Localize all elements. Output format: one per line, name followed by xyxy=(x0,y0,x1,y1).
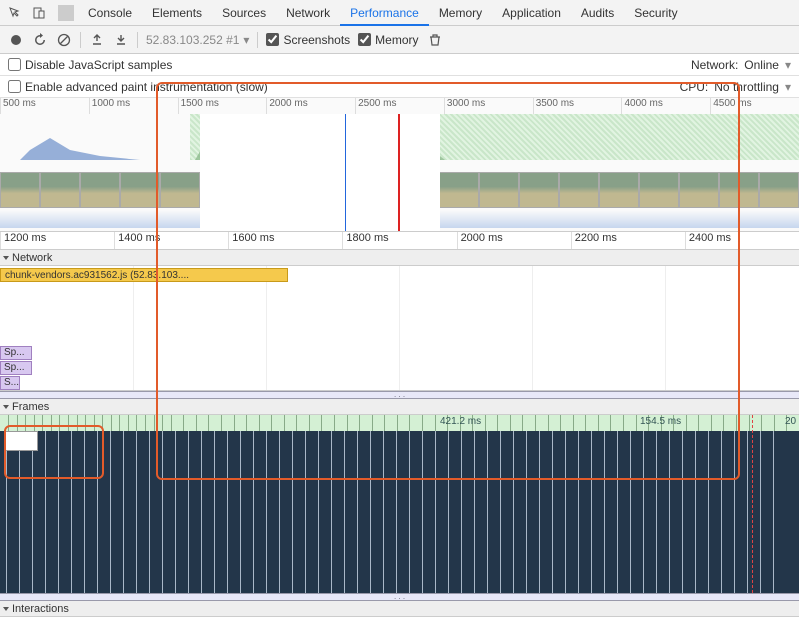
disclosure-triangle-icon xyxy=(3,256,9,260)
load-profile-button[interactable] xyxy=(89,32,105,48)
frames-section-header[interactable]: Frames xyxy=(0,399,799,415)
interactions-section-header[interactable]: Interactions xyxy=(0,601,799,617)
screenshots-input[interactable] xyxy=(266,33,279,46)
screenshots-checkbox[interactable]: Screenshots xyxy=(266,33,350,47)
device-toggle-icon[interactable] xyxy=(30,4,48,22)
load-marker xyxy=(398,114,400,231)
session-selector[interactable]: 52.83.103.252 #1 ▾ xyxy=(146,33,249,47)
separator xyxy=(257,32,258,48)
dcl-marker xyxy=(345,114,346,231)
task-block[interactable]: Sp... xyxy=(0,361,32,375)
network-throttle-select[interactable]: Network: Online ▾ xyxy=(691,58,791,72)
track-resizer[interactable]: . . . xyxy=(0,593,799,601)
frame-duration-label: 421.2 ms xyxy=(440,416,481,427)
task-block[interactable]: Sp... xyxy=(0,346,32,360)
tab-application[interactable]: Application xyxy=(492,0,571,26)
frames-track[interactable]: 421.2 ms 154.5 ms 20 xyxy=(0,415,799,593)
frame-duration-label: 20 xyxy=(785,416,796,427)
inspect-icon[interactable] xyxy=(6,4,24,22)
task-block[interactable]: S... xyxy=(0,376,20,390)
overview-body xyxy=(0,114,799,231)
overview-viewport[interactable] xyxy=(200,114,440,231)
separator xyxy=(137,32,138,48)
tab-performance[interactable]: Performance xyxy=(340,0,429,26)
chevron-down-icon: ▾ xyxy=(785,80,791,94)
tab-console[interactable]: Console xyxy=(78,0,142,26)
chevron-down-icon: ▾ xyxy=(243,33,249,47)
flamechart-ruler: 1200 ms 1400 ms 1600 ms 1800 ms 2000 ms … xyxy=(0,232,799,250)
disable-js-input[interactable] xyxy=(8,58,21,71)
disclosure-triangle-icon xyxy=(3,607,9,611)
tab-sources[interactable]: Sources xyxy=(212,0,276,26)
tab-elements[interactable]: Elements xyxy=(142,0,212,26)
network-section-header[interactable]: Network xyxy=(0,250,799,266)
save-profile-button[interactable] xyxy=(113,32,129,48)
tab-security[interactable]: Security xyxy=(624,0,687,26)
separator xyxy=(80,32,81,48)
chevron-down-icon: ▾ xyxy=(785,58,791,72)
frame-duration-label: 154.5 ms xyxy=(640,416,681,427)
cpu-throttle-select[interactable]: CPU: No throttling ▾ xyxy=(680,80,791,94)
screenshot-thumb xyxy=(0,172,40,208)
network-request-bar[interactable]: chunk-vendors.ac931562.js (52.83.103.... xyxy=(0,268,288,282)
reload-record-button[interactable] xyxy=(32,32,48,48)
network-track[interactable]: chunk-vendors.ac931562.js (52.83.103....… xyxy=(0,266,799,391)
advanced-paint-checkbox[interactable]: Enable advanced paint instrumentation (s… xyxy=(8,80,268,94)
tab-memory[interactable]: Memory xyxy=(429,0,492,26)
session-label: 52.83.103.252 #1 xyxy=(146,33,239,47)
tab-network[interactable]: Network xyxy=(276,0,340,26)
record-button[interactable] xyxy=(8,32,24,48)
disable-js-samples-checkbox[interactable]: Disable JavaScript samples xyxy=(8,58,172,72)
garbage-collect-button[interactable] xyxy=(427,32,443,48)
devtools-tabs: Console Elements Sources Network Perform… xyxy=(78,0,688,26)
track-resizer[interactable]: . . . xyxy=(0,391,799,399)
frames-screenshots xyxy=(0,431,799,593)
clear-button[interactable] xyxy=(56,32,72,48)
marker-line xyxy=(752,415,753,593)
disclosure-triangle-icon xyxy=(3,405,9,409)
advanced-paint-input[interactable] xyxy=(8,80,21,93)
overview-ruler: 500 ms 1000 ms 1500 ms 2000 ms 2500 ms 3… xyxy=(0,98,799,114)
memory-input[interactable] xyxy=(358,33,371,46)
overview-timeline[interactable]: 500 ms 1000 ms 1500 ms 2000 ms 2500 ms 3… xyxy=(0,98,799,232)
main-thread-tasks: Sp... Sp... S... xyxy=(0,345,32,390)
tab-audits[interactable]: Audits xyxy=(571,0,624,26)
frame-thumbnail[interactable] xyxy=(4,431,38,451)
separator xyxy=(58,5,74,21)
memory-checkbox[interactable]: Memory xyxy=(358,33,418,47)
